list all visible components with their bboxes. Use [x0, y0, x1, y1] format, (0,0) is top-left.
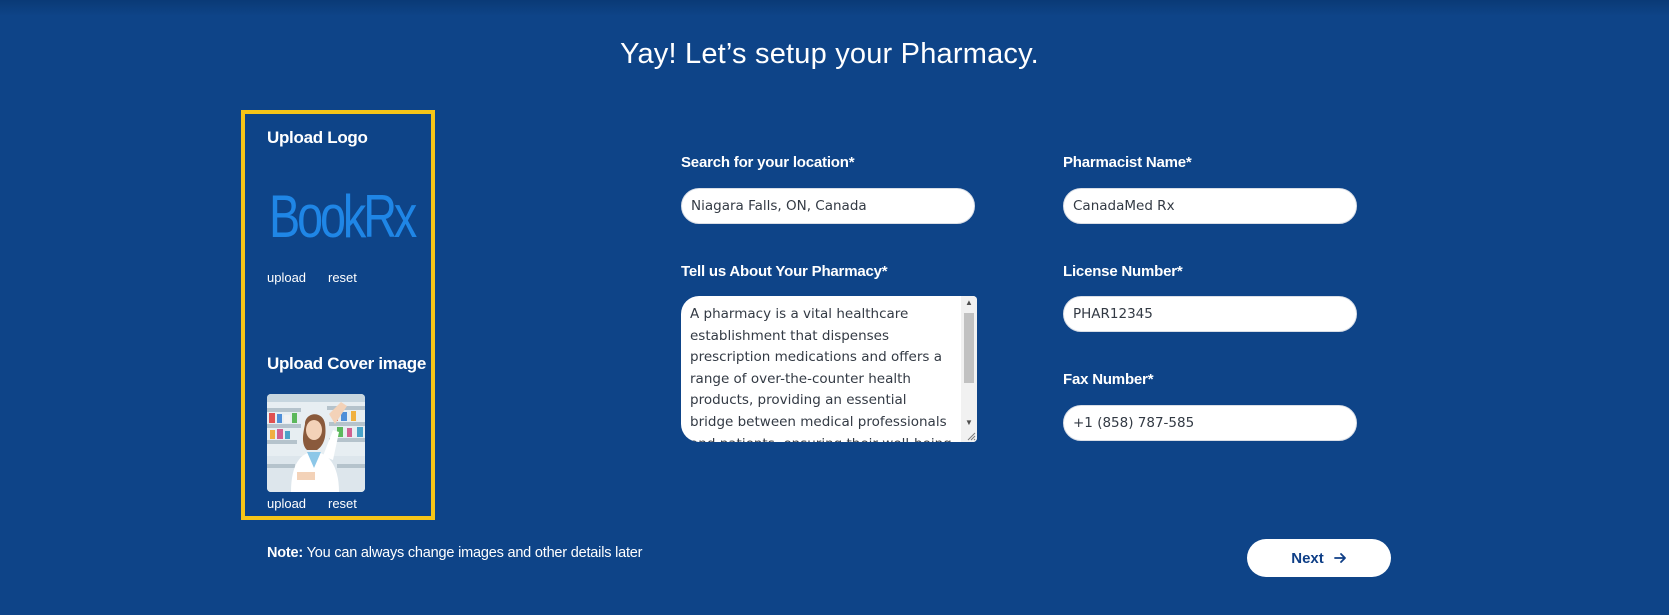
about-label: Tell us About Your Pharmacy* [681, 263, 888, 280]
logo-preview: BookRx [269, 180, 417, 254]
note-text: Note: You can always change images and o… [267, 545, 643, 561]
location-label: Search for your location* [681, 154, 855, 171]
cover-upload-link[interactable]: upload [267, 496, 306, 511]
top-shade [0, 0, 1669, 16]
license-number-input[interactable] [1063, 296, 1357, 332]
pharmacist-name-label: Pharmacist Name* [1063, 154, 1192, 171]
about-textarea[interactable]: A pharmacy is a vital healthcare establi… [681, 296, 977, 442]
fax-number-label: Fax Number* [1063, 371, 1154, 388]
triangle-up-icon[interactable]: ▲ [961, 296, 977, 310]
note-prefix: Note: [267, 545, 304, 561]
arrow-right-icon [1333, 553, 1346, 563]
upload-logo-heading: Upload Logo [267, 128, 368, 147]
page-title: Yay! Let’s setup your Pharmacy. [620, 38, 1039, 70]
cover-reset-link[interactable]: reset [328, 496, 357, 511]
triangle-down-icon[interactable]: ▼ [961, 416, 977, 430]
about-text: A pharmacy is a vital healthcare establi… [690, 306, 952, 442]
cover-image-preview [267, 394, 365, 492]
license-number-label: License Number* [1063, 263, 1183, 280]
logo-upload-link[interactable]: upload [267, 270, 306, 285]
about-scrollbar[interactable]: ▲ ▼ [961, 296, 977, 442]
upload-cover-heading: Upload Cover image [267, 354, 426, 373]
logo-reset-link[interactable]: reset [328, 270, 357, 285]
image-upload-panel: Upload Logo BookRx upload reset Upload C… [241, 110, 435, 520]
next-button[interactable]: Next [1247, 539, 1391, 577]
next-label: Next [1291, 549, 1324, 567]
note-body: You can always change images and other d… [303, 545, 643, 561]
fax-number-input[interactable] [1063, 405, 1357, 441]
resize-grip-icon[interactable] [966, 431, 976, 441]
scroll-thumb[interactable] [964, 313, 974, 383]
logo-text: BookRx [269, 183, 417, 250]
location-input[interactable] [681, 188, 975, 224]
pharmacist-photo [267, 394, 365, 492]
pharmacist-name-input[interactable] [1063, 188, 1357, 224]
